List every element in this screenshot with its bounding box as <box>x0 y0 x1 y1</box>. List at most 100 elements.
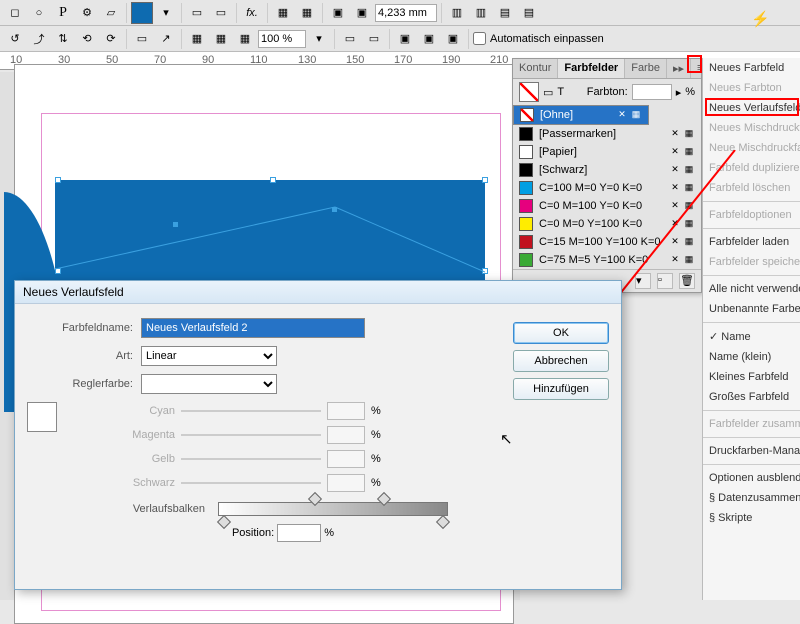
tool-generic[interactable]: ▦ <box>210 28 232 50</box>
position-input[interactable] <box>277 524 321 542</box>
tool-generic[interactable]: ▣ <box>394 28 416 50</box>
tab-kontur[interactable]: Kontur <box>513 59 558 78</box>
tool-paragraph[interactable]: P <box>52 2 74 24</box>
ramp-label: Verlaufsbalken <box>107 503 215 515</box>
tool-generic[interactable]: ▦ <box>186 28 208 50</box>
tool-generic[interactable]: ▭ <box>339 28 361 50</box>
menu-item[interactable]: Neues Verlaufsfeld <box>703 98 800 118</box>
cancel-button[interactable]: Abbrechen <box>513 350 609 372</box>
black-input[interactable] <box>327 474 365 492</box>
add-button[interactable]: Hinzufügen <box>513 378 609 400</box>
position-label: Position: <box>232 527 274 539</box>
tool-generic[interactable]: ▱ <box>100 2 122 24</box>
tint-unit: % <box>685 86 695 98</box>
tool-generic[interactable]: ▦ <box>234 28 256 50</box>
menu-item: Neue Mischdruckfarbgruppe <box>703 138 800 158</box>
menu-item[interactable]: ✓ Name <box>703 326 800 347</box>
tab-farbfelder[interactable]: Farbfelder <box>558 59 625 78</box>
tool-generic[interactable]: ▥ <box>470 2 492 24</box>
chevron-down-icon[interactable]: ▾ <box>155 2 177 24</box>
zoom-input[interactable] <box>258 30 306 48</box>
ok-button[interactable]: OK <box>513 322 609 344</box>
tool-generic[interactable]: ↗ <box>155 28 177 50</box>
new-gradient-dialog: Neues Verlaufsfeld Farbfeldname: Art: Li… <box>14 280 622 590</box>
fill-stroke-proxy[interactable] <box>519 82 539 102</box>
tool-generic[interactable]: ▣ <box>351 2 373 24</box>
tool-generic[interactable]: ▦ <box>296 2 318 24</box>
tool-generic[interactable]: ▤ <box>518 2 540 24</box>
magenta-input[interactable] <box>327 426 365 444</box>
tool-generic[interactable]: ⟲ <box>76 28 98 50</box>
show-options-icon[interactable]: ▾ <box>635 273 651 289</box>
gradient-ramp[interactable] <box>218 502 448 516</box>
menu-item[interactable]: Druckfarben-Manager <box>703 441 800 461</box>
cursor-icon: ↖ <box>500 430 513 448</box>
black-label: Schwarz <box>117 477 175 489</box>
tool-generic[interactable]: ▦ <box>272 2 294 24</box>
menu-item: Farbfeld löschen <box>703 178 800 198</box>
cyan-input[interactable] <box>327 402 365 420</box>
tool-generic[interactable]: ⚙ <box>76 2 98 24</box>
tool-generic[interactable]: ▭ <box>131 28 153 50</box>
name-input[interactable] <box>141 318 365 338</box>
fx-icon[interactable]: fx. <box>241 2 263 24</box>
swatch-row[interactable]: [Passermarken]✕▦ <box>513 125 701 143</box>
tool-generic[interactable]: ▣ <box>442 28 464 50</box>
black-slider[interactable] <box>181 482 321 484</box>
swatch-list[interactable]: [Ohne]✕▦[Passermarken]✕▦[Papier]✕▦[Schwa… <box>513 105 701 269</box>
menu-item[interactable]: Neues Farbfeld <box>703 58 800 78</box>
tool-generic[interactable]: ▭ <box>186 2 208 24</box>
tool-generic[interactable]: ▣ <box>327 2 349 24</box>
type-select[interactable]: Linear <box>141 346 277 366</box>
tool-generic[interactable]: ▤ <box>494 2 516 24</box>
stopcolor-select[interactable] <box>141 374 277 394</box>
menu-item[interactable]: Name (klein) <box>703 347 800 367</box>
cyan-slider[interactable] <box>181 410 321 412</box>
swatch-row[interactable]: C=0 M=0 Y=100 K=0✕▦ <box>513 215 701 233</box>
chevron-down-icon[interactable]: ▾ <box>308 28 330 50</box>
panel-tabs: Kontur Farbfelder Farbe ▸▸ ≡ <box>513 59 701 79</box>
tool-generic[interactable]: ▣ <box>418 28 440 50</box>
yellow-slider[interactable] <box>181 458 321 460</box>
menu-item[interactable]: Alle nicht verwendeten auswählen <box>703 279 800 299</box>
tool-generic[interactable]: ⤴ <box>28 28 50 50</box>
yellow-input[interactable] <box>327 450 365 468</box>
type-label: Art: <box>27 350 141 362</box>
tool-generic[interactable]: ▥ <box>446 2 468 24</box>
tool-generic[interactable]: ⇅ <box>52 28 74 50</box>
container-proxy-icon[interactable]: ▭ <box>543 86 553 99</box>
tab-farbe[interactable]: Farbe <box>625 59 667 78</box>
menu-item[interactable]: Farbfelder laden <box>703 232 800 252</box>
lightning-icon[interactable]: ⚡ <box>751 10 770 28</box>
tint-label: Farbton: <box>568 86 628 98</box>
menu-item[interactable]: § Skripte <box>703 508 800 528</box>
tool-generic[interactable]: ▭ <box>363 28 385 50</box>
menu-item[interactable]: § Datenzusammenführung <box>703 488 800 508</box>
tool-generic[interactable]: ⟳ <box>100 28 122 50</box>
swatch-row[interactable]: [Schwarz]✕▦ <box>513 161 701 179</box>
tool-generic[interactable]: ↺ <box>4 28 26 50</box>
menu-item[interactable]: Kleines Farbfeld <box>703 367 800 387</box>
swatch-row[interactable]: [Ohne]✕▦ <box>513 105 649 125</box>
swatch-row[interactable]: C=15 M=100 Y=100 K=0✕▦ <box>513 233 701 251</box>
tool-generic[interactable]: ◻ <box>4 2 26 24</box>
fill-swatch[interactable] <box>131 2 153 24</box>
tint-input[interactable] <box>632 84 672 100</box>
swatch-row[interactable]: C=0 M=100 Y=0 K=0✕▦ <box>513 197 701 215</box>
text-proxy-icon[interactable]: T <box>557 86 564 98</box>
name-label: Farbfeldname: <box>27 322 141 334</box>
menu-item[interactable]: Großes Farbfeld <box>703 387 800 407</box>
swatch-row[interactable]: C=100 M=0 Y=0 K=0✕▦ <box>513 179 701 197</box>
trash-icon[interactable]: 🗑 <box>679 273 695 289</box>
new-swatch-icon[interactable]: ▫ <box>657 273 673 289</box>
menu-item[interactable]: Optionen ausblenden <box>703 468 800 488</box>
menu-item[interactable]: Unbenannte Farben hinzufügen <box>703 299 800 319</box>
yellow-label: Gelb <box>117 453 175 465</box>
swatch-row[interactable]: C=75 M=5 Y=100 K=0✕▦ <box>513 251 701 269</box>
magenta-slider[interactable] <box>181 434 321 436</box>
measure-input[interactable] <box>375 4 437 22</box>
tool-generic[interactable]: ○ <box>28 2 50 24</box>
tool-generic[interactable]: ▭ <box>210 2 232 24</box>
swatch-row[interactable]: [Papier]✕▦ <box>513 143 701 161</box>
auto-fit-check[interactable]: Automatisch einpassen <box>473 32 604 45</box>
